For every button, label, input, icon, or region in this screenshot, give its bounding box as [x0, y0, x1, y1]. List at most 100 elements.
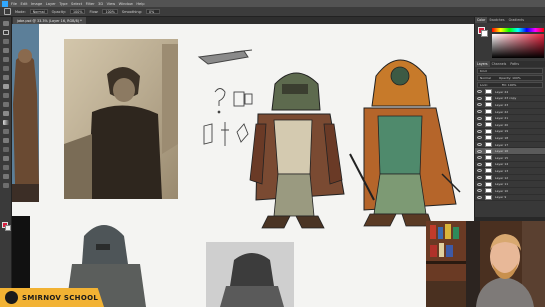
- webcam-presenter: [426, 221, 545, 307]
- tab-channels[interactable]: Channels: [490, 61, 509, 67]
- visibility-eye-icon[interactable]: [477, 169, 482, 173]
- blend-mode-select[interactable]: Normal Opacity: 100%: [477, 75, 543, 81]
- mode-select[interactable]: Normal: [29, 9, 48, 14]
- flow-input[interactable]: 100%: [102, 9, 118, 14]
- layer-name: Layer 17: [495, 142, 509, 147]
- reference-photo-aviator: [64, 39, 178, 199]
- tab-gradients[interactable]: Gradients: [507, 17, 527, 23]
- visibility-eye-icon[interactable]: [477, 182, 482, 186]
- layer-row[interactable]: Layer 12: [475, 175, 545, 182]
- color-spectrum[interactable]: [492, 34, 544, 58]
- pen-tool-icon[interactable]: [3, 138, 9, 143]
- menu-file[interactable]: File: [11, 2, 17, 6]
- menu-select[interactable]: Select: [71, 2, 82, 6]
- tools-panel: [0, 17, 12, 307]
- visibility-eye-icon[interactable]: [477, 136, 482, 140]
- marquee-tool-icon[interactable]: [3, 30, 9, 35]
- brush-preset-icon[interactable]: [4, 8, 11, 15]
- smirnov-school-banner: SMIRNOV SCHOOL: [0, 288, 104, 307]
- tab-color[interactable]: Color: [475, 17, 488, 23]
- clone-stamp-icon[interactable]: [3, 93, 9, 98]
- eyedropper-tool-icon[interactable]: [3, 66, 9, 71]
- layer-kind-filter[interactable]: Kind: [477, 68, 543, 74]
- layer-row[interactable]: Layer 10: [475, 188, 545, 195]
- quick-select-tool-icon[interactable]: [3, 48, 9, 53]
- layer-row[interactable]: Layer 23 copy: [475, 95, 545, 103]
- layer-row[interactable]: Layer 9: [475, 194, 545, 202]
- layer-opacity[interactable]: Opacity: 100%: [499, 76, 521, 80]
- layer-fill[interactable]: Fill: 100%: [502, 83, 517, 87]
- opacity-input[interactable]: 100%: [70, 9, 86, 14]
- visibility-eye-icon[interactable]: [477, 176, 482, 180]
- menu-help[interactable]: Help: [136, 2, 144, 6]
- visibility-eye-icon[interactable]: [477, 189, 482, 193]
- layer-thumbnail: [485, 161, 492, 167]
- layer-row[interactable]: Layer 22: [475, 109, 545, 116]
- menu-filter[interactable]: Filter: [86, 2, 95, 6]
- layer-row[interactable]: Layer 11: [475, 181, 545, 188]
- blend-mode-value: Normal: [480, 76, 491, 80]
- layer-row[interactable]: Layer 24: [475, 89, 545, 96]
- menu-3d[interactable]: 3D: [98, 2, 103, 6]
- visibility-eye-icon[interactable]: [477, 116, 482, 120]
- visibility-eye-icon[interactable]: [477, 129, 482, 133]
- layer-name: Layer 11: [495, 182, 509, 187]
- layer-row[interactable]: Layer 19: [475, 128, 545, 136]
- lasso-tool-icon[interactable]: [3, 39, 9, 44]
- layer-row[interactable]: Layer 16: [475, 148, 545, 155]
- background-color-swatch[interactable]: [5, 225, 11, 231]
- layer-row[interactable]: Layer 14: [475, 161, 545, 169]
- crop-tool-icon[interactable]: [3, 57, 9, 62]
- layer-thumbnail: [485, 89, 492, 95]
- layer-row[interactable]: Layer 13: [475, 168, 545, 175]
- visibility-eye-icon[interactable]: [477, 110, 482, 114]
- visibility-eye-icon[interactable]: [477, 156, 482, 160]
- visibility-eye-icon[interactable]: [477, 149, 482, 153]
- layer-row[interactable]: Layer 15: [475, 155, 545, 162]
- concept-knight-right: [349, 59, 461, 227]
- path-select-icon[interactable]: [3, 156, 9, 161]
- hand-tool-icon[interactable]: [3, 174, 9, 179]
- tab-swatches[interactable]: Swatches: [487, 17, 506, 23]
- layer-row[interactable]: Layer 18: [475, 135, 545, 142]
- visibility-eye-icon[interactable]: [477, 90, 482, 94]
- layer-thumbnail: [485, 122, 492, 128]
- menu-layer[interactable]: Layer: [46, 2, 56, 6]
- dodge-tool-icon[interactable]: [3, 129, 9, 134]
- gradient-tool-icon[interactable]: [3, 120, 9, 125]
- visibility-eye-icon[interactable]: [477, 162, 482, 166]
- menu-view[interactable]: View: [107, 2, 116, 6]
- brush-tool-icon[interactable]: [3, 84, 9, 89]
- layer-row[interactable]: Layer 21: [475, 115, 545, 122]
- visibility-eye-icon[interactable]: [477, 143, 482, 147]
- layer-thumbnail: [485, 109, 492, 115]
- hue-slider[interactable]: [492, 28, 544, 32]
- eraser-tool-icon[interactable]: [3, 111, 9, 116]
- move-tool-icon[interactable]: [3, 21, 9, 26]
- document-canvas[interactable]: [12, 24, 474, 307]
- document-tab[interactable]: jabe.psd @ 33.3% (Layer 16, RGB/8) *: [13, 17, 86, 24]
- webcam-overlay: [426, 221, 545, 307]
- layer-thumbnail: [485, 115, 492, 121]
- layer-row[interactable]: Layer 23: [475, 102, 545, 109]
- visibility-eye-icon[interactable]: [477, 103, 482, 107]
- layer-row[interactable]: Layer 20: [475, 122, 545, 129]
- tab-layers[interactable]: Layers: [475, 61, 490, 67]
- menu-edit[interactable]: Edit: [21, 2, 28, 6]
- menu-type[interactable]: Type: [59, 2, 67, 6]
- visibility-eye-icon[interactable]: [477, 96, 482, 100]
- type-tool-icon[interactable]: [3, 147, 9, 152]
- visibility-eye-icon[interactable]: [477, 123, 482, 127]
- zoom-tool-icon[interactable]: [3, 183, 9, 188]
- tab-paths[interactable]: Paths: [508, 61, 521, 67]
- history-brush-icon[interactable]: [3, 102, 9, 107]
- shape-tool-icon[interactable]: [3, 165, 9, 170]
- visibility-eye-icon[interactable]: [477, 195, 482, 199]
- layer-row[interactable]: Layer 17: [475, 142, 545, 149]
- healing-brush-icon[interactable]: [3, 75, 9, 80]
- menu-image[interactable]: Image: [31, 2, 42, 6]
- panel-background-swatch[interactable]: [481, 30, 488, 37]
- smoothing-input[interactable]: 0%: [146, 9, 161, 14]
- menu-window[interactable]: Window: [119, 2, 133, 6]
- layer-name: Layer 10: [495, 188, 509, 193]
